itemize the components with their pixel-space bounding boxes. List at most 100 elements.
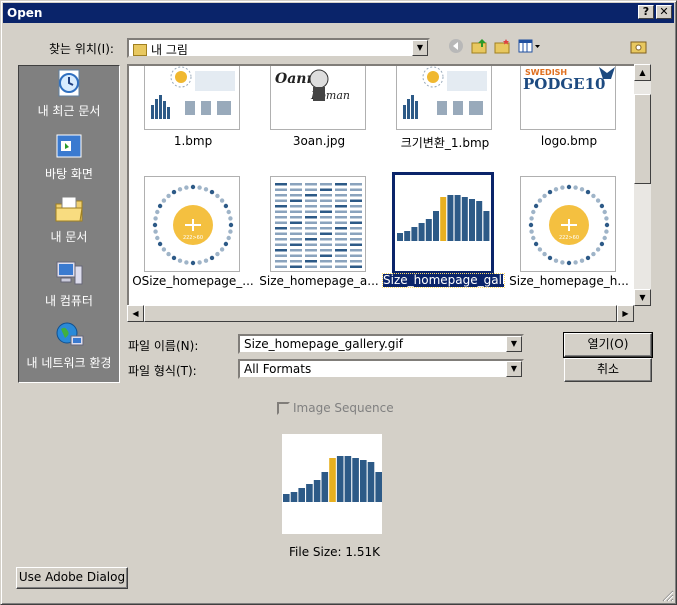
- place-label: 내 컴퓨터: [45, 294, 93, 308]
- thumbnail-dot: [591, 193, 596, 199]
- thumbnail-dot: [560, 185, 565, 190]
- file-thumbnail[interactable]: Oanny Roman: [270, 66, 366, 130]
- thumbnail-cell: [335, 254, 347, 257]
- thumbnail-cell: [350, 188, 362, 191]
- thumbnail-dot: [553, 187, 559, 192]
- filename-input[interactable]: Size_homepage_gallery.gif ▼: [238, 334, 524, 354]
- close-button[interactable]: ✕: [656, 5, 672, 19]
- thumbnail-cell: [305, 183, 317, 186]
- folder-options-button[interactable]: [629, 38, 649, 58]
- chevron-down-icon[interactable]: ▼: [506, 361, 522, 377]
- use-adobe-dialog-button[interactable]: Use Adobe Dialog: [16, 567, 128, 589]
- thumbnail-cell: [305, 238, 317, 241]
- new-folder-button[interactable]: [493, 38, 513, 58]
- chevron-down-icon[interactable]: ▼: [506, 336, 522, 352]
- thumbnail-dot: [531, 209, 536, 215]
- up-folder-button[interactable]: [470, 38, 490, 58]
- chevron-down-icon[interactable]: ▼: [412, 40, 428, 56]
- lookin-combo[interactable]: 내 그림 ▼: [127, 38, 430, 58]
- scroll-thumb[interactable]: [144, 305, 617, 322]
- resize-grip-icon[interactable]: [662, 590, 674, 602]
- scroll-right-icon[interactable]: ▶: [617, 305, 634, 322]
- thumbnail-cell: [290, 188, 302, 191]
- thumbnail-dot: [529, 216, 534, 221]
- file-thumbnail[interactable]: SWEDISH PODGE10: [520, 66, 616, 130]
- cancel-button[interactable]: 취소: [564, 358, 652, 382]
- scroll-down-icon[interactable]: ▼: [634, 289, 651, 306]
- thumbnail-dot: [228, 216, 233, 221]
- thumbnail-cell: [335, 265, 347, 268]
- podge-main-text: PODGE10: [523, 75, 605, 93]
- filetype-label: 파일 형식(T):: [128, 364, 197, 378]
- file-thumbnail[interactable]: 222>60: [144, 176, 240, 272]
- thumbnail-bar: [404, 231, 411, 241]
- thumbnail-cell: [290, 205, 302, 208]
- thumbnail-cell: [350, 243, 362, 246]
- place-desktop[interactable]: 바탕 화면: [19, 131, 119, 182]
- file-thumbnail[interactable]: [144, 66, 240, 130]
- thumbnail-cell: [320, 254, 332, 257]
- radial-label-text: 222>60: [559, 235, 579, 241]
- thumbnail-cell: [320, 265, 332, 268]
- scroll-left-icon[interactable]: ◀: [127, 305, 144, 322]
- file-name[interactable]: 크기변환_1.bmp: [383, 134, 507, 151]
- thumbnail-dot: [203, 258, 209, 263]
- thumbnail-dot: [152, 222, 158, 228]
- thumbnail-bar: [283, 494, 290, 502]
- place-network[interactable]: 내 네트워크 환경: [19, 320, 119, 371]
- file-thumbnail-selected[interactable]: [392, 172, 494, 274]
- help-button[interactable]: ?: [638, 5, 654, 19]
- thumbnail-dot: [219, 198, 225, 203]
- file-list[interactable]: Oanny Roman SWEDISH PODGE10 1.bmp 3oan.j…: [127, 64, 636, 322]
- file-name[interactable]: Size_homepage_a...: [257, 274, 381, 288]
- thumbnail-cell: [335, 238, 347, 241]
- thumbnail-bar: [321, 472, 329, 502]
- thumbnail-bar: [454, 195, 461, 241]
- thumbnail-cell: [350, 265, 362, 268]
- thumbnail-dot: [604, 229, 609, 234]
- thumbnail-bar: [476, 201, 483, 241]
- thumbnail-dot: [531, 235, 536, 241]
- file-name[interactable]: 3oan.jpg: [257, 134, 381, 148]
- thumbnail-cell: [275, 210, 287, 213]
- place-recent[interactable]: 내 최근 문서: [19, 68, 119, 119]
- thumbnail-dot: [171, 255, 177, 261]
- thumbnail-dot: [209, 255, 215, 261]
- thumbnail-cell: [320, 199, 332, 202]
- back-button[interactable]: [446, 38, 466, 58]
- file-name[interactable]: logo.bmp: [507, 134, 631, 148]
- thumbnail-bar: [329, 458, 336, 502]
- thumbnail-cell: [335, 221, 347, 224]
- filetype-select[interactable]: All Formats ▼: [238, 359, 524, 379]
- horizontal-scrollbar[interactable]: ◀ ▶: [127, 305, 634, 322]
- thumbnail-dot: [573, 260, 578, 265]
- image-sequence-checkbox[interactable]: [277, 402, 290, 415]
- thumbnail-bar: [360, 460, 367, 502]
- chart-thumbnail-icon: [145, 66, 239, 129]
- thumbnail-dot: [585, 255, 591, 261]
- thumbnail-cell: [320, 194, 332, 197]
- thumbnail-cell: [275, 183, 287, 186]
- file-name[interactable]: Size_homepage_h...: [507, 274, 631, 288]
- scroll-up-icon[interactable]: ▲: [634, 64, 651, 81]
- file-thumbnail[interactable]: [270, 176, 366, 272]
- view-menu-button[interactable]: [517, 38, 543, 58]
- thumbnail-dot: [560, 260, 565, 265]
- thumbnail-cell: [275, 188, 287, 191]
- vertical-scrollbar[interactable]: ▲ ▼: [634, 64, 651, 306]
- file-name-selected[interactable]: Size_homepage_gallery.gif: [382, 273, 505, 288]
- view-menu-icon: [518, 39, 540, 53]
- thumbnail-cell: [320, 221, 332, 224]
- open-button[interactable]: 열기(O): [563, 332, 653, 358]
- thumbnail-cell: [305, 221, 317, 224]
- scroll-thumb[interactable]: [634, 94, 651, 184]
- thumbnail-cell: [290, 227, 302, 230]
- thumbnail-cell: [290, 194, 302, 197]
- file-thumbnail[interactable]: [396, 66, 492, 130]
- place-my-computer[interactable]: 내 컴퓨터: [19, 258, 119, 309]
- place-my-documents[interactable]: 내 문서: [19, 194, 119, 245]
- file-name[interactable]: 1.bmp: [131, 134, 255, 148]
- file-name[interactable]: OSize_homepage_...: [131, 274, 255, 288]
- file-thumbnail[interactable]: 222>60: [520, 176, 616, 272]
- thumbnail-cell: [350, 232, 362, 235]
